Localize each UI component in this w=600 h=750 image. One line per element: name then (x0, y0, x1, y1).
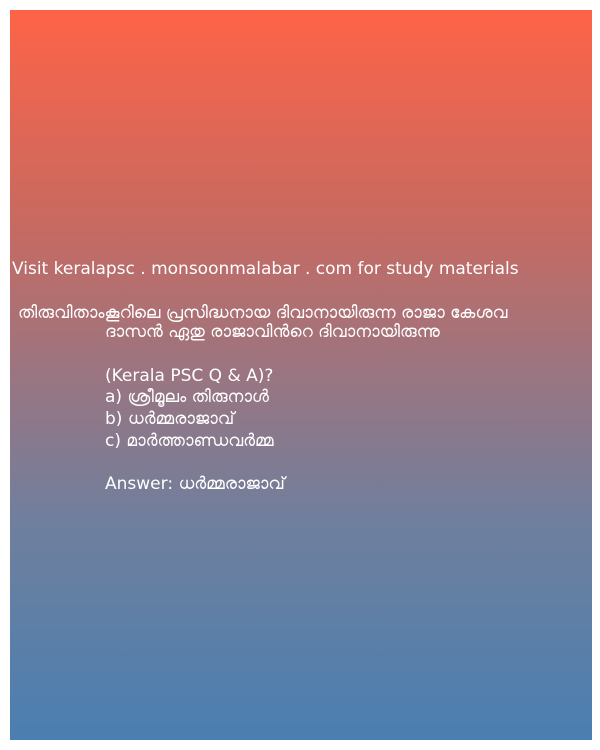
answer-text: Answer: ധർമ്മരാജാവ് (105, 474, 285, 494)
question-text-line-3: (Kerala PSC Q & A)? (105, 366, 274, 386)
quiz-card: Visit keralapsc . monsoonmalabar . com f… (10, 10, 592, 740)
question-text-line-2: ദാസൻ ഏതു രാജാവിൻറെ ദിവാനായിരുന്നു (105, 322, 440, 342)
website-promo-text: Visit keralapsc . monsoonmalabar . com f… (12, 259, 519, 279)
option-b: b) ധർമ്മരാജാവ് (105, 409, 235, 429)
option-c: c) മാർത്താണ്ഡവർമ്മ (105, 431, 274, 451)
option-a: a) ശ്രീമൂലം തിരുനാൾ (105, 387, 269, 407)
